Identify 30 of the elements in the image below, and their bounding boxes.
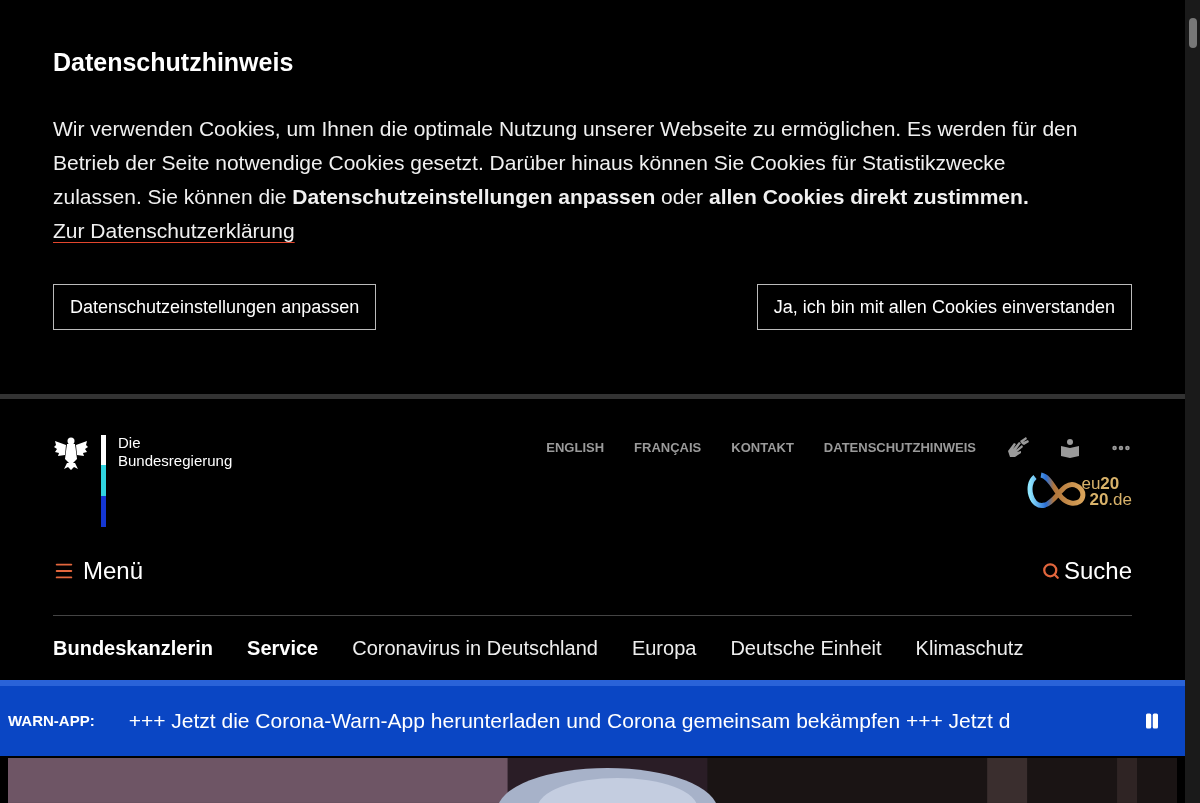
search-icon <box>1041 561 1060 580</box>
privacy-link[interactable]: Zur Datenschutzerklärung <box>53 219 295 242</box>
scrollbar[interactable] <box>1185 0 1200 803</box>
menu-button[interactable]: Menü <box>53 552 144 589</box>
ticker-text: +++ Jetzt die Corona-Warn-App herunterladen und Corona gemeinsam bekämpfen +++ Jetzt d <box>128 708 1012 735</box>
reading-person-icon[interactable] <box>1060 437 1080 458</box>
eu2020-text: eu20 <box>1081 475 1121 492</box>
meta-link[interactable]: DATENSCHUTZHINWEIS <box>823 438 976 458</box>
nav-link[interactable]: Bundeskanzlerin <box>53 632 214 663</box>
sign-language-icon[interactable] <box>1006 436 1030 459</box>
eu2020-logo[interactable]: eu20 20.de <box>1027 470 1132 513</box>
search-button[interactable]: Suche <box>1041 552 1132 589</box>
nav-link[interactable]: Service <box>247 632 319 663</box>
banner-text: Wir verwenden Cookies, um Ihnen die optimale Nutzung unserer Webseite zu ermöglichen. Es werden für den Betrieb der Seite notwendige Cookies gesetzt. Darüber hinaus können Sie Cookies für Statistikzwecke zulassen. Sie können die Datenschutzeinstellungen anpassen oder allen Cookies direkt zustimmen. Zur Datenschutzerklärung <box>53 116 1079 244</box>
accept-button[interactable]: Ja, ich bin mit allen Cookies einverstanden <box>756 284 1132 330</box>
settings-button[interactable]: Datenschutzeinstellungen anpassen <box>53 284 377 330</box>
logo-text: Bundesregierung <box>118 451 233 470</box>
nav-link[interactable]: Deutsche Einheit <box>730 632 882 663</box>
eu2020-text: 20.de <box>1088 491 1132 508</box>
nav-link[interactable]: Coronavirus in Deutschland <box>352 632 598 663</box>
meta-link[interactable]: FRANÇAIS <box>634 438 702 458</box>
banner-title: Datenschutzhinweis <box>53 47 295 78</box>
meta-link[interactable]: ENGLISH <box>546 438 605 458</box>
meta-link[interactable]: KONTAKT <box>731 438 794 458</box>
nav-link[interactable]: Klimaschutz <box>915 632 1024 663</box>
ticker-label: WARN-APP: <box>8 710 95 731</box>
logo-text: Die <box>118 433 142 452</box>
nav-link[interactable]: Europa <box>631 632 697 663</box>
site-logo[interactable]: Die Bundesregierung <box>53 434 233 527</box>
pause-icon[interactable] <box>1143 711 1161 730</box>
